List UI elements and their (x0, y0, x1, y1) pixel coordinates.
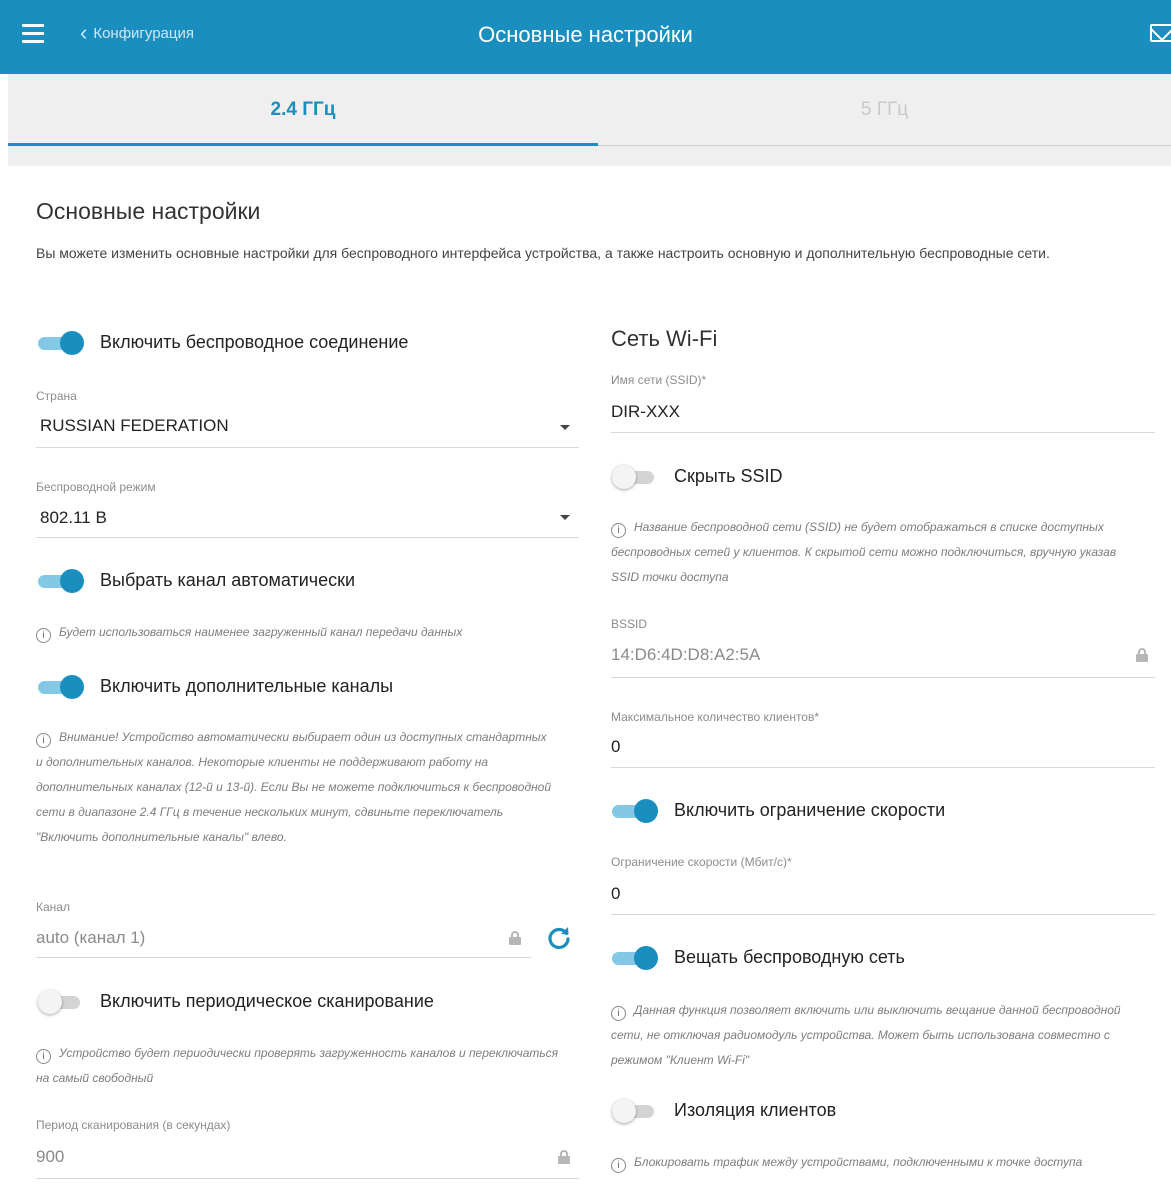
speed-limit-label: Ограничение скорости (Мбит/с)* (611, 855, 792, 869)
divider (36, 447, 579, 448)
periodic-scan-toggle[interactable]: Включить периодическое сканирование (38, 989, 434, 1014)
scan-period-label: Период сканирования (в секундах) (36, 1118, 231, 1132)
toggle-switch[interactable] (612, 1098, 658, 1123)
mail-icon[interactable] (1150, 24, 1171, 42)
client-isolation-toggle[interactable]: Изоляция клиентов (612, 1098, 837, 1123)
info-text: Внимание! Устройство автоматически выбир… (36, 730, 552, 844)
info-icon: i (611, 1158, 626, 1173)
divider (36, 957, 531, 958)
info-text: Будет использоваться наименее загруженны… (59, 625, 463, 639)
speed-limit-input[interactable]: 0 (611, 884, 620, 904)
speed-limit-toggle[interactable]: Включить ограничение скорости (612, 798, 946, 823)
divider (611, 677, 1155, 678)
extra-channels-info: i Внимание! Устройство автоматически выби… (36, 725, 556, 850)
ssid-label: Имя сети (SSID)* (611, 373, 707, 387)
ssid-input[interactable]: DIR-XXX (611, 402, 680, 422)
auto-channel-toggle[interactable]: Выбрать канал автоматически (38, 568, 356, 593)
divider (36, 1178, 579, 1179)
info-text: Название беспроводной сети (SSID) не буд… (611, 520, 1117, 584)
section-description: Вы можете изменить основные настройки дл… (36, 245, 1050, 261)
toggle-label: Выбрать канал автоматически (100, 570, 356, 590)
toggle-switch[interactable] (612, 798, 658, 823)
toggle-label: Включить дополнительные каналы (100, 676, 394, 696)
enable-wireless-toggle[interactable]: Включить беспроводное соединение (38, 330, 409, 355)
wireless-mode-select[interactable]: 802.11 B (40, 508, 107, 528)
channel-label: Канал (36, 900, 70, 914)
toggle-switch[interactable] (38, 674, 84, 699)
toggle-switch[interactable] (612, 945, 658, 970)
chevron-down-icon[interactable] (560, 425, 570, 430)
info-text: Данная функция позволяет включить или вы… (611, 1003, 1121, 1067)
tab-5ghz[interactable]: 5 ГГц (598, 74, 1171, 146)
bssid-value: 14:D6:4D:D8:A2:5A (611, 645, 761, 664)
country-label: Страна (36, 389, 77, 403)
refresh-icon[interactable] (546, 925, 572, 951)
wifi-section-title: Сеть Wi-Fi (611, 326, 718, 351)
info-icon: i (611, 1006, 626, 1021)
toggle-label: Вещать беспроводную сеть (674, 947, 905, 967)
info-text: Устройство будет периодически проверять … (36, 1046, 559, 1085)
info-text: Блокировать трафик между устройствами, п… (634, 1155, 1083, 1169)
auto-channel-info: i Будет использоваться наименее загруженн… (36, 620, 581, 645)
toggle-switch[interactable] (38, 989, 84, 1014)
scan-period-value: 900 (36, 1147, 65, 1166)
tab-2-4ghz[interactable]: 2.4 ГГц (8, 74, 598, 146)
max-clients-input[interactable]: 0 (611, 737, 620, 757)
info-icon: i (611, 523, 626, 538)
divider (611, 914, 1155, 915)
toggle-switch[interactable] (38, 330, 84, 355)
channel-value: auto (канал 1) (36, 928, 146, 947)
toggle-switch[interactable] (612, 464, 658, 489)
section-title: Основные настройки (36, 198, 261, 224)
client-isolation-info: i Блокировать трафик между устройствами, … (611, 1150, 1131, 1175)
info-icon: i (36, 733, 51, 748)
lock-icon (558, 1150, 570, 1164)
page-title: Основные настройки (478, 22, 693, 47)
divider (36, 537, 579, 538)
lock-icon (1136, 648, 1148, 662)
extra-channels-toggle[interactable]: Включить дополнительные каналы (38, 674, 394, 699)
country-select[interactable]: RUSSIAN FEDERATION (40, 416, 229, 436)
lock-icon (509, 931, 521, 945)
hide-ssid-toggle[interactable]: Скрыть SSID (612, 464, 783, 489)
broadcast-info: i Данная функция позволяет включить или в… (611, 998, 1126, 1073)
info-icon: i (36, 1049, 51, 1064)
periodic-scan-info: i Устройство будет периодически проверять… (36, 1041, 566, 1091)
broadcast-toggle[interactable]: Вещать беспроводную сеть (612, 945, 905, 970)
divider (611, 767, 1155, 768)
bssid-label: BSSID (611, 617, 648, 631)
max-clients-label: Максимальное количество клиентов* (611, 710, 820, 724)
top-bar: ‹ Конфигурация Основные настройки (0, 0, 1171, 74)
toggle-label: Скрыть SSID (674, 466, 783, 486)
info-icon: i (36, 628, 51, 643)
band-tabs: 2.4 ГГц 5 ГГц (8, 74, 1171, 166)
hide-ssid-info: i Название беспроводной сети (SSID) не бу… (611, 515, 1131, 590)
chevron-down-icon[interactable] (560, 515, 570, 520)
wireless-mode-label: Беспроводной режим (36, 480, 156, 494)
divider (611, 432, 1155, 433)
toggle-label: Включить периодическое сканирование (100, 991, 434, 1011)
toggle-label: Включить беспроводное соединение (100, 332, 409, 352)
toggle-switch[interactable] (38, 568, 84, 593)
toggle-label: Включить ограничение скорости (674, 800, 946, 820)
toggle-label: Изоляция клиентов (674, 1100, 837, 1120)
